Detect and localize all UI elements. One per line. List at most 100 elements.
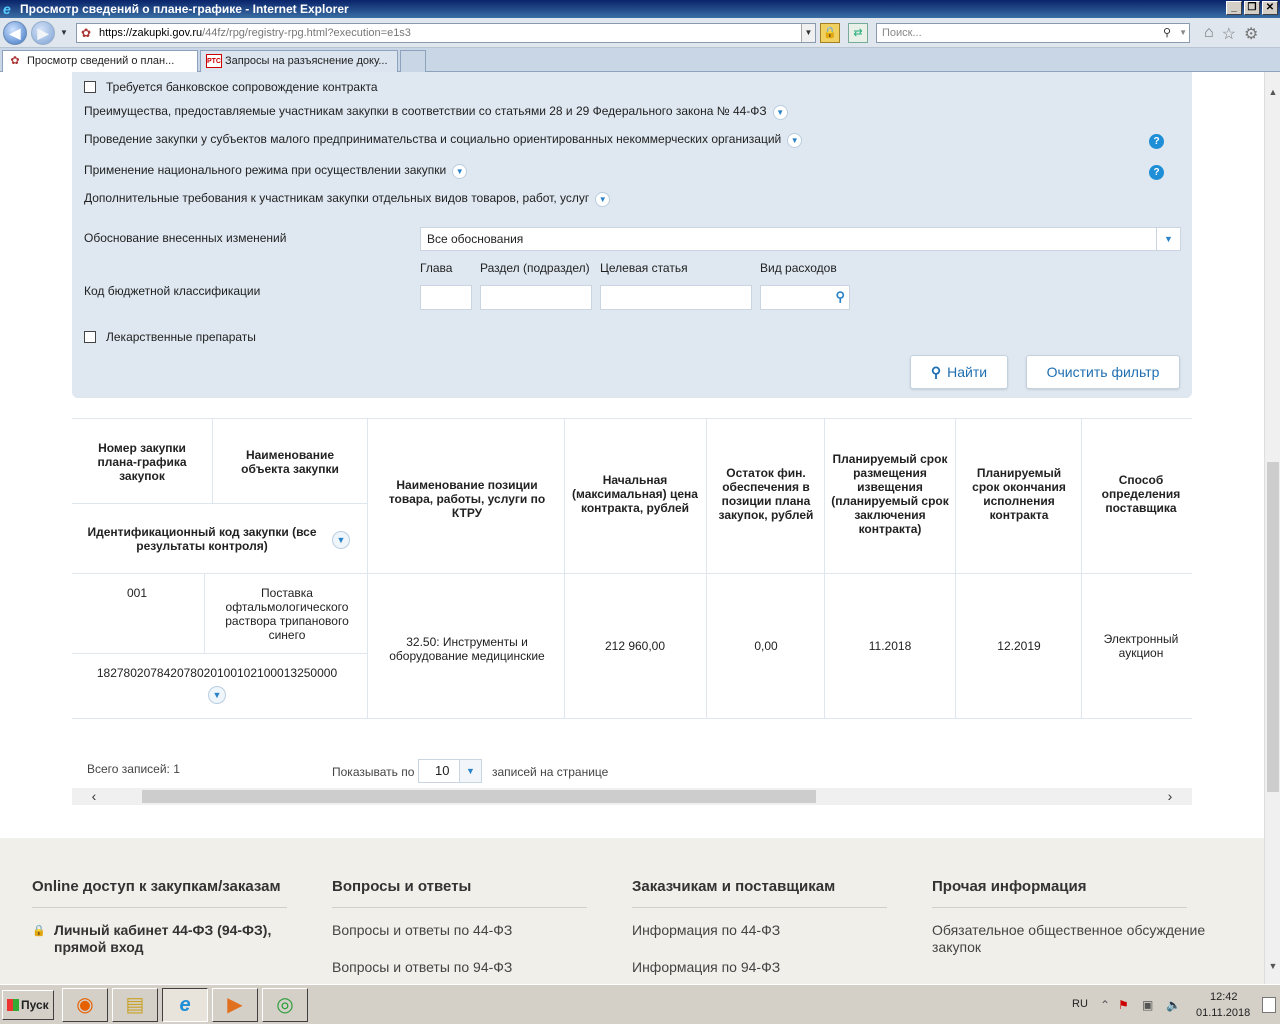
search-icon[interactable]: ⚲ — [1163, 24, 1171, 42]
scroll-up-icon[interactable]: ▲ — [1265, 84, 1280, 100]
divider — [204, 573, 205, 653]
scroll-thumb[interactable] — [142, 790, 816, 803]
changes-select[interactable]: Все обоснования ▼ — [420, 227, 1181, 251]
header-ikz[interactable]: Идентификационный код закупки (все резул… — [82, 517, 322, 561]
search-icon[interactable]: ⚲ — [835, 289, 845, 305]
divider — [564, 419, 565, 719]
horizontal-scrollbar[interactable]: ‹ › — [72, 788, 1192, 805]
tab-label: Запросы на разъяснение доку... — [225, 55, 388, 67]
action-center-icon[interactable]: ▣ — [1142, 998, 1153, 1012]
cell-number[interactable]: 001 — [82, 583, 192, 603]
close-button[interactable]: ✕ — [1262, 1, 1278, 15]
divider — [72, 573, 1192, 574]
internet-explorer-icon[interactable]: e — [162, 988, 208, 1022]
footer-link[interactable]: Информация по 44-ФЗ — [632, 922, 887, 939]
help-icon[interactable]: ? — [1149, 165, 1164, 180]
chevron-down-icon[interactable]: ▼ — [787, 133, 803, 148]
language-indicator[interactable]: RU — [1072, 998, 1088, 1010]
per-page-select[interactable]: 10 ▼ — [418, 759, 482, 783]
tab-label: Просмотр сведений о план... — [27, 55, 175, 67]
start-label: Пуск — [21, 998, 49, 1012]
footer-link[interactable]: Вопросы и ответы по 94-ФЗ — [332, 959, 587, 976]
footer-link[interactable]: Обязательное общественное обсуждение зак… — [932, 922, 1212, 956]
explorer-icon[interactable]: ▤ — [112, 988, 158, 1022]
home-icon[interactable]: ⌂ — [1204, 24, 1214, 44]
volume-icon[interactable]: 🔈 — [1166, 998, 1181, 1012]
scroll-left-icon[interactable]: ‹ — [84, 788, 104, 805]
cell-ikz: 182780207842078020100102100013250000 — [96, 666, 338, 680]
smp-label: Проведение закупки у субъектов малого пр… — [84, 132, 782, 146]
header-object: Наименование объекта закупки — [241, 448, 339, 476]
scroll-right-icon[interactable]: › — [1160, 788, 1180, 805]
start-button[interactable]: Пуск — [2, 990, 54, 1020]
firefox-icon[interactable]: ◉ — [62, 988, 108, 1022]
kbk-chapter-input[interactable] — [420, 285, 472, 310]
clock-time[interactable]: 12:42 — [1210, 991, 1238, 1003]
tab-rts-requests[interactable]: РТС Запросы на разъяснение доку... — [200, 50, 398, 72]
clear-filter-button[interactable]: Очистить фильтр — [1026, 355, 1180, 389]
kbk-expense-input[interactable]: ⚲ — [760, 285, 850, 310]
taskbar: Пуск ◉ ▤ e ▶ ◎ RU ⌃ ⚑ ▣ 🔈 12:42 01.11.20… — [0, 984, 1280, 1024]
scroll-thumb[interactable] — [1267, 462, 1279, 792]
search-input[interactable]: Поиск... ⚲ ▼ — [876, 23, 1190, 43]
advantages-label: Преимущества, предоставляемые участникам… — [84, 104, 767, 118]
per-page-label: записей на странице — [492, 765, 609, 779]
page-viewport: Требуется банковское сопровождение контр… — [0, 72, 1264, 984]
address-input[interactable]: ✿ https://zakupki.gov.ru/44fz/rpg/regist… — [76, 23, 816, 43]
footer-link-label: Личный кабинет 44-ФЗ (94-ФЗ), прямой вхо… — [54, 922, 272, 955]
chevron-down-icon[interactable]: ▼ — [332, 531, 350, 549]
url-dropdown-icon[interactable]: ▼ — [801, 24, 815, 42]
forward-button[interactable]: ▶ — [31, 21, 55, 45]
windows-logo-icon — [7, 999, 19, 1011]
divider — [824, 419, 825, 719]
chevron-down-icon[interactable]: ▼ — [459, 760, 481, 782]
chevron-down-icon[interactable]: ▼ — [595, 192, 611, 207]
search-dropdown-icon[interactable]: ▼ — [1179, 24, 1187, 42]
chevron-down-icon[interactable]: ▼ — [772, 105, 788, 120]
divider — [72, 503, 367, 504]
find-button[interactable]: ⚲ Найти — [910, 355, 1008, 389]
footer-link[interactable]: Информация по 94-ФЗ — [632, 959, 887, 976]
divider — [72, 653, 367, 654]
kbk-target-input[interactable] — [600, 285, 752, 310]
filter-panel: Требуется банковское сопровождение контр… — [72, 72, 1192, 398]
restore-button[interactable]: ❐ — [1244, 1, 1260, 15]
chevron-down-icon[interactable]: ▼ — [208, 686, 226, 704]
vertical-scrollbar[interactable]: ▲ ▼ — [1264, 72, 1280, 984]
total-records: Всего записей: 1 — [87, 762, 180, 776]
show-desktop-icon[interactable] — [1262, 997, 1276, 1013]
new-tab-button[interactable] — [400, 50, 426, 72]
kbk-target-label: Целевая статья — [600, 261, 688, 275]
clock-date[interactable]: 01.11.2018 — [1196, 1007, 1250, 1019]
footer-link[interactable]: Вопросы и ответы по 44-ФЗ — [332, 922, 587, 939]
history-dropdown-icon[interactable]: ▼ — [60, 28, 68, 37]
chrome-icon[interactable]: ◎ — [262, 988, 308, 1022]
tab-plan-graphic[interactable]: ✿ Просмотр сведений о план... — [2, 50, 198, 72]
minimize-button[interactable]: _ — [1226, 1, 1242, 15]
network-icon[interactable]: ⚑ — [1118, 998, 1129, 1012]
back-button[interactable]: ◀ — [3, 21, 27, 45]
footer-link-cabinet[interactable]: 🔒 Личный кабинет 44-ФЗ (94-ФЗ), прямой вх… — [32, 922, 287, 956]
header-placement: Планируемый срок размещения извещения (п… — [831, 452, 949, 536]
bank-support-checkbox[interactable] — [84, 81, 96, 93]
address-toolbar: ◀ ▶ ▼ ✿ https://zakupki.gov.ru/44fz/rpg/… — [0, 18, 1280, 48]
divider — [706, 419, 707, 719]
rts-icon: РТС — [206, 54, 222, 68]
chevron-down-icon[interactable]: ▼ — [1156, 228, 1180, 250]
settings-gear-icon[interactable]: ⚙ — [1244, 24, 1258, 44]
media-player-icon[interactable]: ▶ — [212, 988, 258, 1022]
cell-placement: 11.2018 — [868, 639, 912, 653]
refresh-button[interactable]: ⇄ — [848, 23, 868, 43]
medicines-checkbox[interactable] — [84, 331, 96, 343]
system-tray: RU ⌃ ⚑ ▣ 🔈 12:42 01.11.2018 — [1066, 989, 1278, 1021]
kbk-section-label: Раздел (подраздел) — [480, 261, 590, 275]
cell-method: Электронный аукцион — [1103, 632, 1179, 660]
scroll-down-icon[interactable]: ▼ — [1265, 958, 1280, 974]
kbk-section-input[interactable] — [480, 285, 592, 310]
show-hidden-icons-icon[interactable]: ⌃ — [1100, 998, 1110, 1012]
lock-icon[interactable]: 🔒 — [820, 23, 840, 43]
chevron-down-icon[interactable]: ▼ — [452, 164, 468, 179]
favorites-star-icon[interactable]: ☆ — [1222, 24, 1236, 44]
divider — [955, 419, 956, 719]
help-icon[interactable]: ? — [1149, 134, 1164, 149]
